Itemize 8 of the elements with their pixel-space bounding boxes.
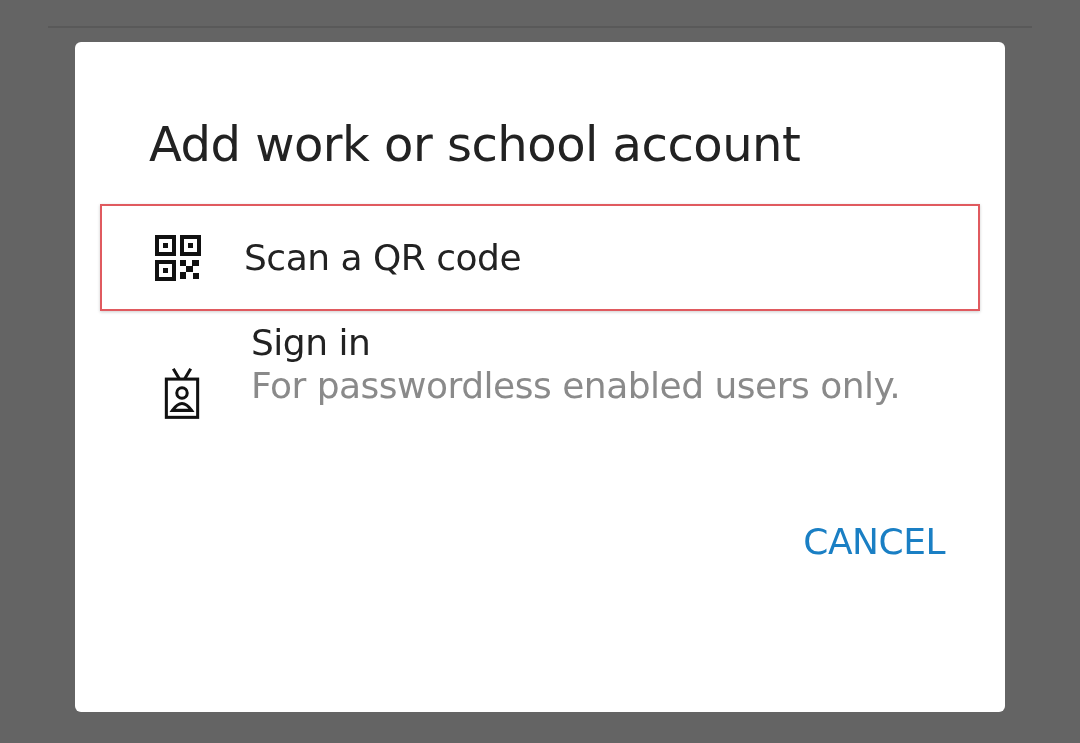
- qr-code-icon: [155, 234, 201, 281]
- cancel-button[interactable]: CANCEL: [803, 515, 945, 569]
- dialog-title: Add work or school account: [149, 120, 802, 168]
- option-item[interactable]: Scan a QR code: [100, 204, 980, 311]
- option-label: Sign in: [251, 321, 372, 365]
- option-description: For passwordless enabled users only.: [251, 364, 902, 408]
- option-item[interactable]: Sign in For passwordless enabled users only.: [100, 319, 980, 425]
- option-label: Scan a QR code: [244, 235, 522, 280]
